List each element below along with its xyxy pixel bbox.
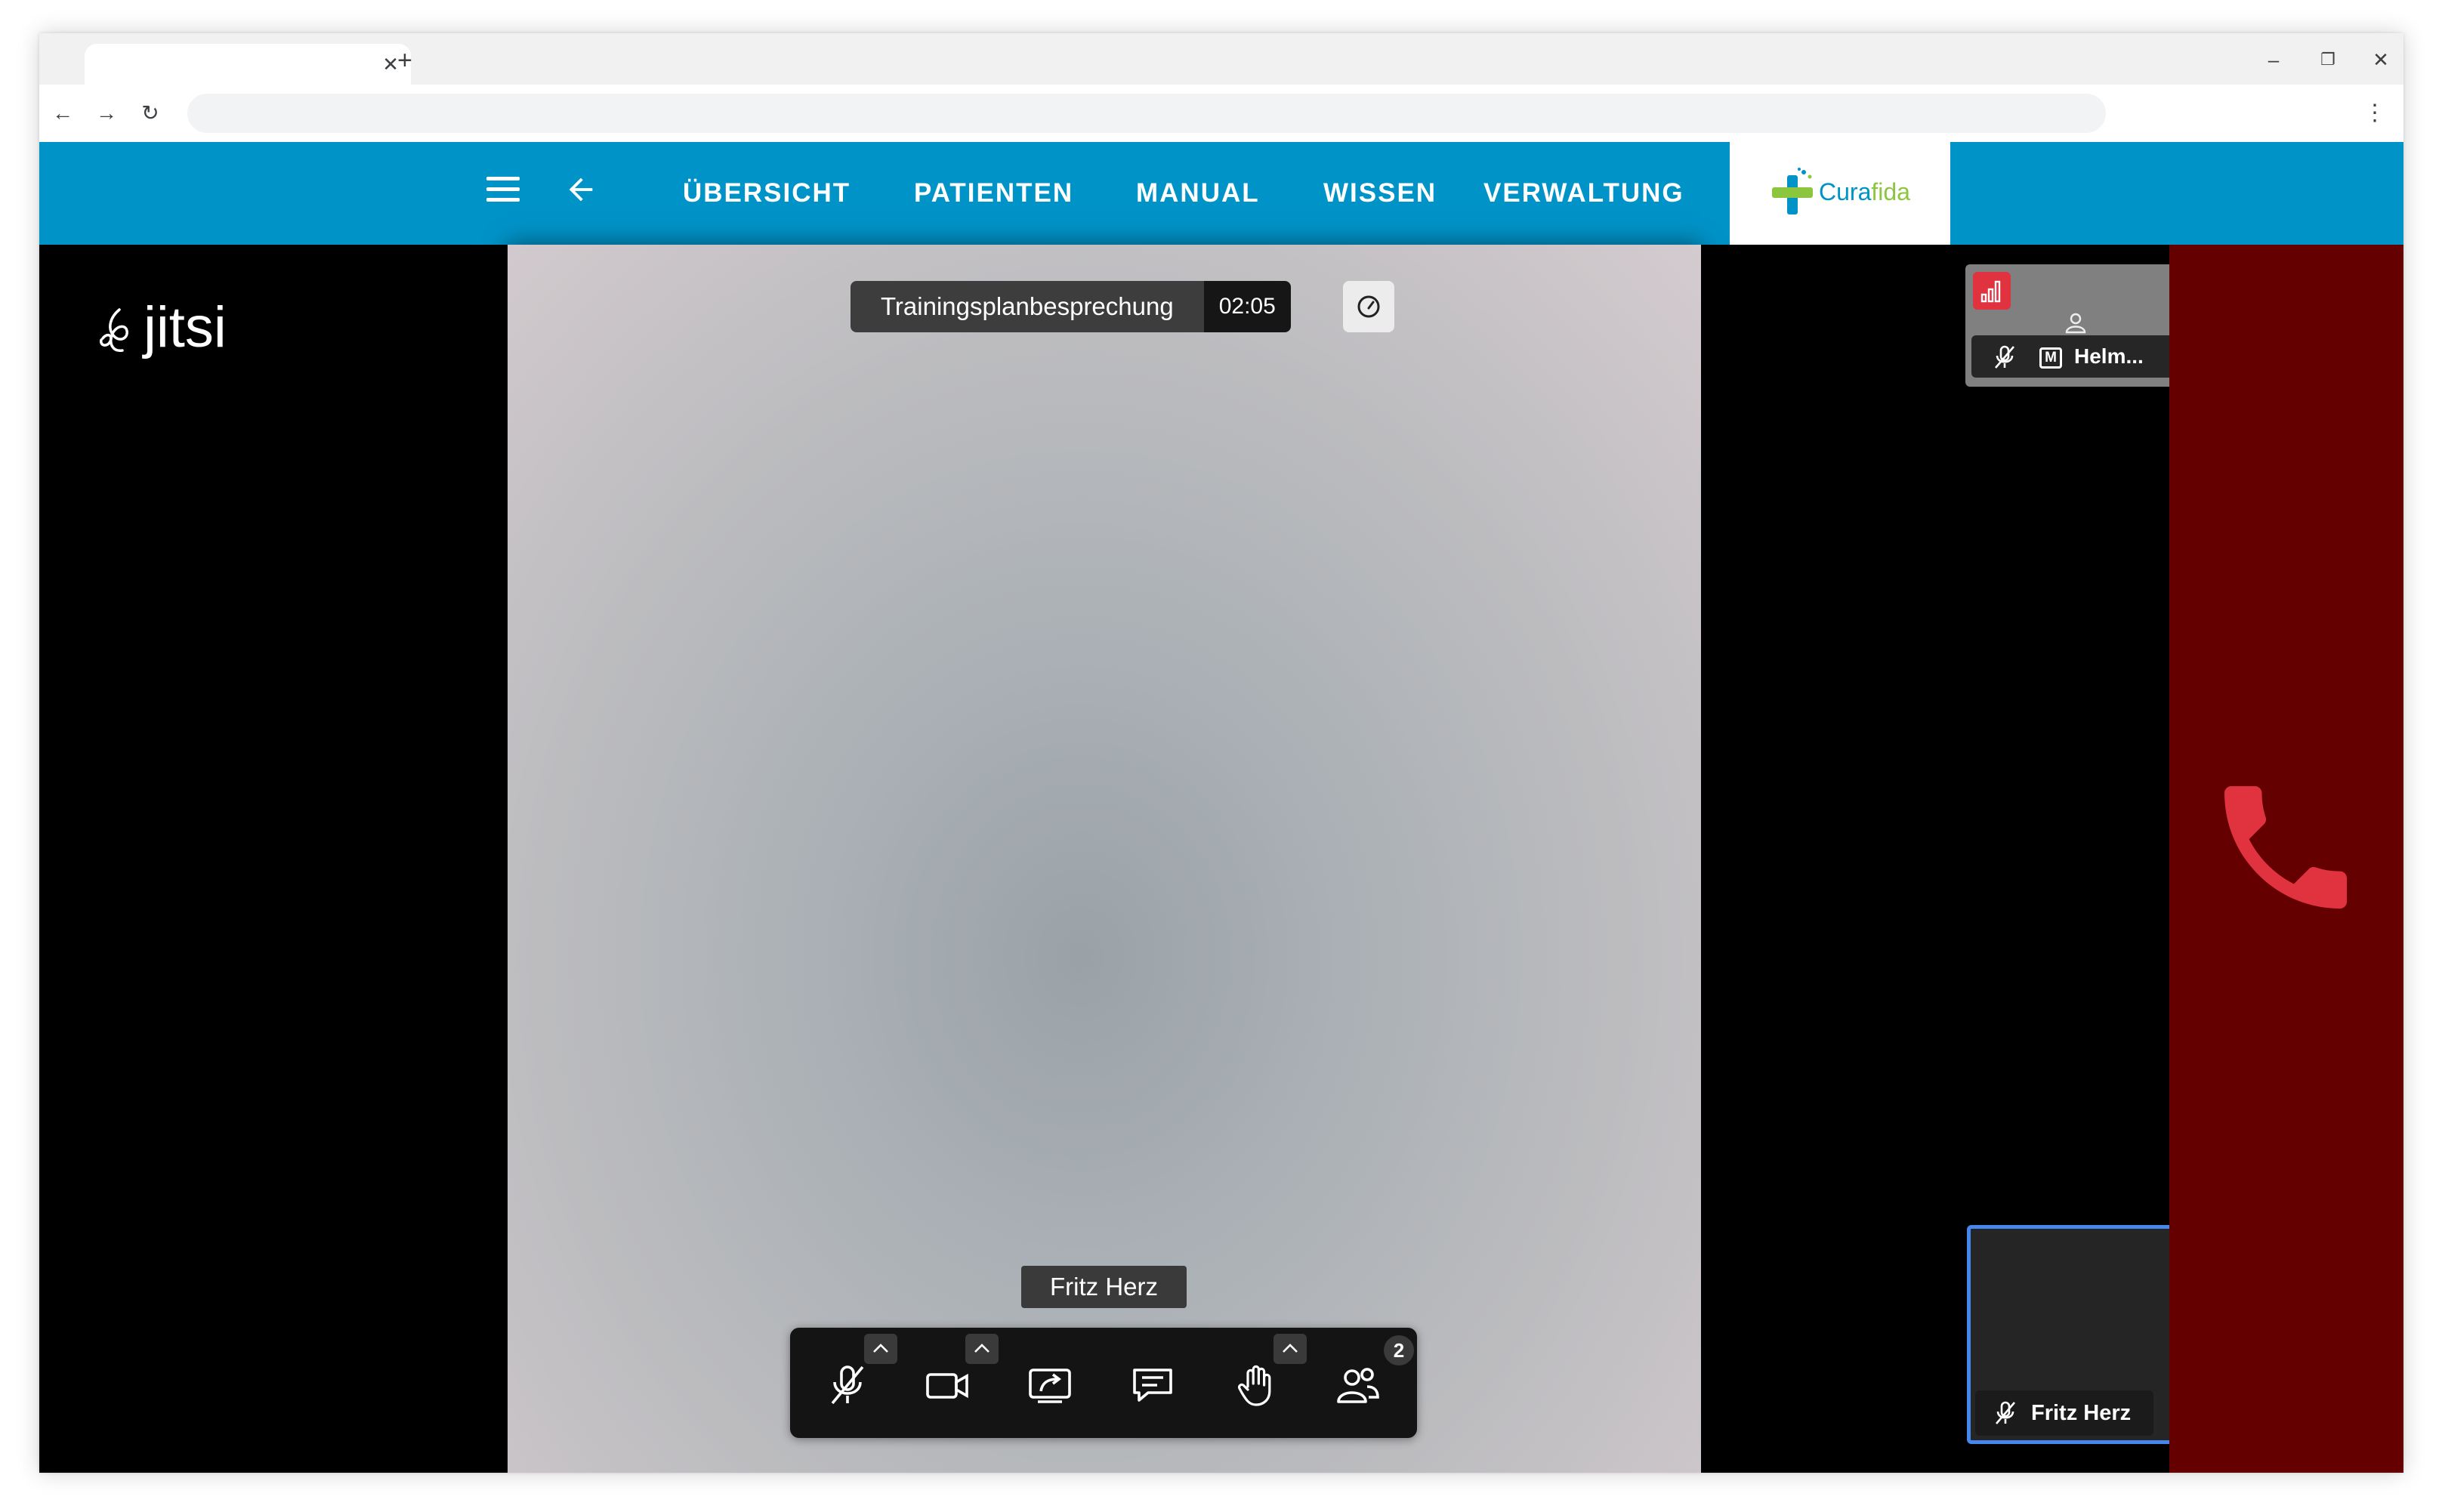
- avatar-icon: [2065, 313, 2086, 334]
- microphone-button[interactable]: [819, 1356, 876, 1414]
- browser-menu-button[interactable]: ⋮: [2360, 98, 2390, 128]
- chevron-up-icon: [974, 1344, 989, 1353]
- hangup-panel[interactable]: [2169, 245, 2403, 1473]
- screen-share-button[interactable]: [1021, 1356, 1079, 1414]
- audio-settings-toggle[interactable]: [864, 1334, 897, 1364]
- restore-button[interactable]: ❐: [2305, 47, 2351, 73]
- camera-button[interactable]: [918, 1356, 976, 1414]
- logo-text: Curafida: [1819, 177, 1910, 207]
- speedometer-icon: [1357, 295, 1380, 318]
- tab-strip: ✕ + – ❐ ✕: [39, 33, 2403, 85]
- forward-button[interactable]: →: [88, 98, 125, 128]
- chat-icon: [1133, 1369, 1172, 1402]
- reactions-toggle[interactable]: [1273, 1334, 1307, 1364]
- browser-toolbar: ← → ↻ ⋮: [39, 85, 2403, 142]
- jitsi-logo-text: jitsi: [144, 295, 227, 359]
- address-bar[interactable]: [187, 94, 2106, 133]
- participants-button[interactable]: [1329, 1356, 1387, 1414]
- meeting-toolbox: 2: [790, 1328, 1417, 1438]
- local-participant-name: Fritz Herz: [2031, 1401, 2132, 1425]
- remote-participant-name: Helm...: [2074, 344, 2144, 368]
- mic-muted-icon: [1995, 345, 2014, 369]
- mic-muted-icon: [831, 1365, 864, 1405]
- jitsi-logo-icon: [100, 308, 128, 352]
- speedometer-button[interactable]: [1343, 281, 1394, 332]
- new-tab-button[interactable]: +: [385, 45, 424, 76]
- logo-text-fida: fida: [1871, 178, 1910, 205]
- nav-wissen[interactable]: WISSEN: [1323, 178, 1437, 208]
- back-button[interactable]: ←: [44, 98, 82, 128]
- browser-tab[interactable]: ✕: [85, 44, 411, 85]
- connection-indicator-icon[interactable]: [1973, 272, 2011, 310]
- jitsi-watermark: jitsi: [97, 298, 227, 358]
- video-camera-icon: [926, 1373, 968, 1399]
- meeting-timer: 02:05: [1203, 281, 1291, 332]
- nav-patienten[interactable]: PATIENTEN: [914, 178, 1073, 208]
- raise-hand-icon: [1237, 1365, 1271, 1406]
- logo-text-cura: Cura: [1819, 178, 1872, 205]
- browser-window: ✕ + – ❐ ✕ ← → ↻ ⋮ ÜBERSICHT PATIENTEN MA…: [39, 33, 2403, 1473]
- arrow-back-icon[interactable]: [563, 172, 598, 207]
- local-participant-label: Fritz Herz: [1975, 1390, 2153, 1436]
- moderator-icon: M: [2039, 347, 2062, 369]
- local-participant-tile[interactable]: Fritz Herz: [1967, 1225, 2186, 1444]
- nav-uebersicht[interactable]: ÜBERSICHT: [683, 178, 851, 208]
- speaker-name-plate: Fritz Herz: [1021, 1266, 1187, 1308]
- chat-button[interactable]: [1124, 1356, 1181, 1414]
- video-stage: jitsi Trainingsplanbesprechung 02:05 M H…: [39, 245, 2403, 1473]
- remote-participant-label: M Helm...: [1971, 335, 2180, 378]
- participants-icon: [1337, 1368, 1379, 1403]
- minimize-button[interactable]: –: [2251, 47, 2296, 73]
- meeting-subject: Trainingsplanbesprechung 02:05: [851, 281, 1291, 332]
- screen-share-icon: [1029, 1369, 1071, 1403]
- video-settings-toggle[interactable]: [965, 1334, 999, 1364]
- app-header: ÜBERSICHT PATIENTEN MANUAL WISSEN VERWAL…: [39, 142, 2403, 245]
- raise-hand-button[interactable]: [1227, 1356, 1284, 1414]
- phone-hangup-icon[interactable]: [2204, 766, 2367, 929]
- participant-count-badge: 2: [1384, 1335, 1414, 1365]
- subject-title: Trainingsplanbesprechung: [851, 281, 1204, 332]
- reload-button[interactable]: ↻: [131, 98, 169, 128]
- chevron-up-icon: [1283, 1344, 1298, 1353]
- page-content: ÜBERSICHT PATIENTEN MANUAL WISSEN VERWAL…: [39, 142, 2403, 1473]
- nav-manual[interactable]: MANUAL: [1136, 178, 1260, 208]
- remote-participant-tile[interactable]: M Helm...: [1965, 264, 2186, 387]
- chevron-up-icon: [873, 1344, 888, 1353]
- mic-muted-icon: [1996, 1401, 2015, 1424]
- logo-cross-icon: [1772, 168, 1813, 214]
- signal-bars-icon: [1980, 280, 2001, 303]
- nav-verwaltung[interactable]: VERWALTUNG: [1483, 178, 1684, 208]
- close-window-button[interactable]: ✕: [2358, 47, 2403, 73]
- curafida-logo[interactable]: Curafida: [1730, 142, 1950, 245]
- menu-icon[interactable]: [486, 177, 520, 204]
